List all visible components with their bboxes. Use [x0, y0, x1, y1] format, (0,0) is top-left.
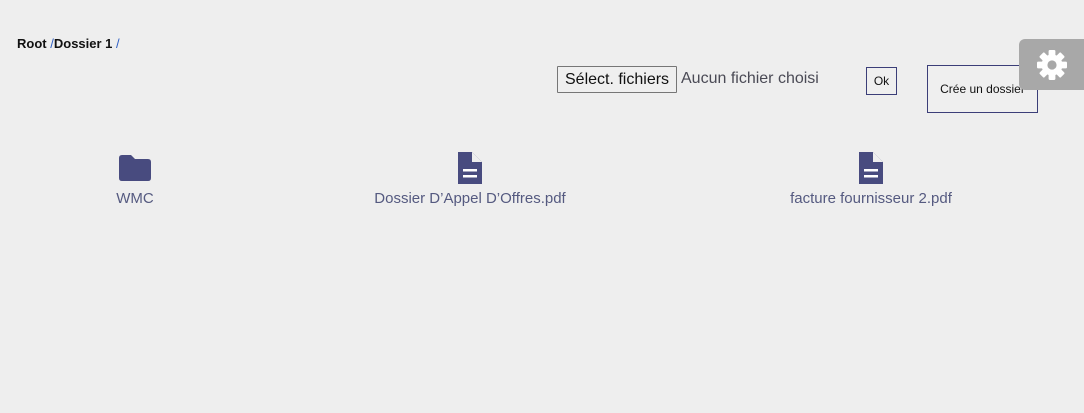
file-item-dossier-appel-offres[interactable]: Dossier D’Appel D’Offres.pdf — [330, 150, 610, 207]
breadcrumb-root[interactable]: Root — [17, 36, 47, 51]
item-label: Dossier D’Appel D’Offres.pdf — [374, 190, 566, 207]
file-item-facture-fournisseur[interactable]: facture fournisseur 2.pdf — [731, 150, 1011, 207]
item-label: facture fournisseur 2.pdf — [790, 190, 952, 207]
folder-item-wmc[interactable]: WMC — [0, 150, 275, 207]
breadcrumb-current[interactable]: Dossier 1 — [54, 36, 113, 51]
document-icon — [731, 150, 1011, 186]
document-icon — [330, 150, 610, 186]
breadcrumb-trailing-separator: / — [116, 36, 120, 51]
gear-icon — [1036, 49, 1068, 81]
no-file-chosen-text: Aucun fichier choisi — [681, 70, 819, 87]
breadcrumb: Root /Dossier 1 / — [17, 36, 120, 51]
settings-button[interactable] — [1019, 39, 1084, 90]
item-label: WMC — [116, 190, 154, 207]
folder-icon — [0, 150, 275, 186]
upload-ok-button[interactable]: Ok — [866, 67, 897, 95]
select-files-button[interactable]: Sélect. fichiers — [557, 66, 678, 93]
